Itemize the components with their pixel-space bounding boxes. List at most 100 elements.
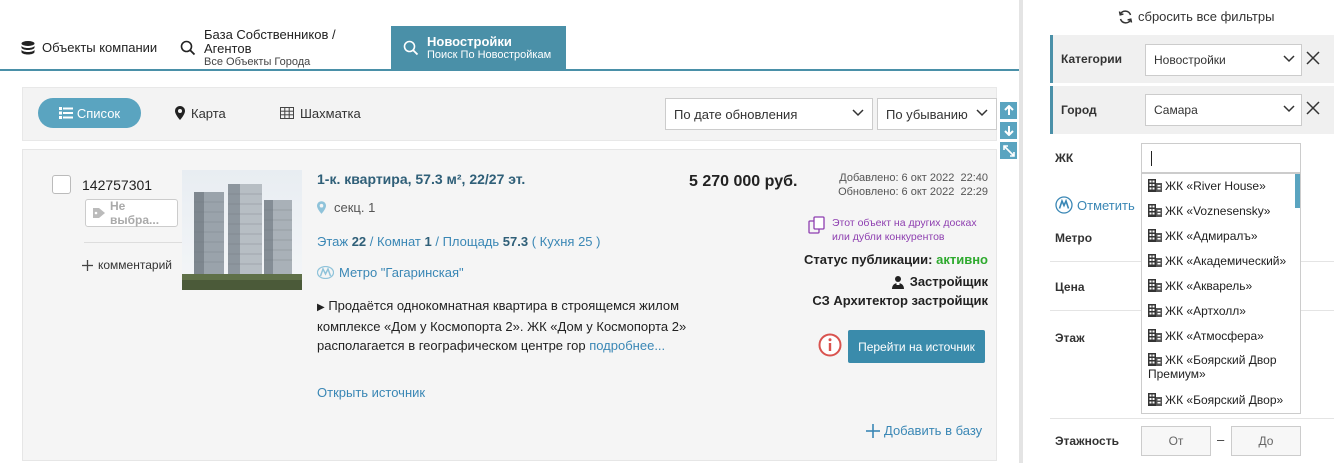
tag-select-button[interactable]: Не выбра... bbox=[85, 199, 178, 227]
duplicates-line2: или дубли конкурентов bbox=[832, 231, 945, 243]
range-dash: – bbox=[1217, 432, 1225, 447]
chevron-down-icon bbox=[852, 109, 864, 117]
area-value: 57.3 bbox=[502, 234, 529, 249]
copy-icon bbox=[808, 216, 826, 244]
duplicates-link[interactable]: Этот объект на других досках или дубли к… bbox=[808, 216, 977, 244]
jk-option[interactable]: ЖК «Атмосфера» bbox=[1148, 329, 1293, 343]
more-link[interactable]: подробнее... bbox=[589, 338, 665, 353]
reset-filters-button[interactable]: сбросить все фильтры bbox=[1118, 9, 1274, 24]
map-view-button[interactable]: Карта bbox=[175, 98, 226, 128]
price-label: Цена bbox=[1055, 280, 1085, 294]
mark-on-map-button[interactable]: Отметить bbox=[1055, 196, 1135, 214]
building-icon bbox=[1148, 254, 1162, 267]
metro-icon bbox=[317, 266, 334, 279]
plus-icon bbox=[82, 259, 93, 271]
building-icon bbox=[1148, 353, 1162, 366]
listing-address: секц. 1 bbox=[317, 200, 375, 215]
address-text: секц. 1 bbox=[334, 200, 376, 215]
divider bbox=[1050, 418, 1334, 419]
scroll-up-button[interactable] bbox=[1000, 102, 1017, 119]
listing-description: ▶ Продаётся однокомнатная квартира в стр… bbox=[317, 296, 687, 355]
listing-params: Этаж 22 / Комнат 1 / Площадь 57.3 ( Кухн… bbox=[317, 234, 601, 249]
city-select[interactable]: Самара bbox=[1145, 94, 1302, 126]
person-icon bbox=[891, 275, 905, 289]
dropdown-scrollbar[interactable] bbox=[1295, 174, 1300, 208]
text-caret bbox=[1151, 151, 1152, 166]
tab-owners-agents[interactable]: База Собственников / Агентов Все Объекты… bbox=[180, 26, 385, 70]
reset-filters-label: сбросить все фильтры bbox=[1138, 9, 1275, 24]
sort-order-select[interactable]: По убыванию bbox=[877, 98, 997, 130]
listing-photo[interactable] bbox=[182, 170, 302, 290]
jk-option[interactable]: ЖК «Voznesensky» bbox=[1148, 204, 1293, 218]
plus-icon bbox=[866, 423, 880, 438]
category-value: Новостройки bbox=[1154, 53, 1226, 67]
category-label: Категории bbox=[1061, 52, 1122, 66]
metro-text: Метро "Гагаринская" bbox=[339, 265, 464, 280]
list-view-button[interactable]: Список bbox=[38, 98, 141, 128]
tag-select-label: Не выбра... bbox=[110, 199, 160, 227]
clear-city-button[interactable] bbox=[1306, 101, 1320, 115]
add-comment-label: комментарий bbox=[98, 258, 172, 272]
city-label: Город bbox=[1061, 103, 1097, 117]
floors-to-input[interactable]: До bbox=[1231, 426, 1301, 456]
building-icon bbox=[1148, 204, 1162, 217]
add-to-base-button[interactable]: Добавить в базу bbox=[866, 423, 982, 438]
metro-label: Метро bbox=[1055, 231, 1093, 245]
rooms-value: 1 bbox=[424, 234, 432, 249]
map-view-label: Карта bbox=[191, 105, 226, 121]
listing-title[interactable]: 1-к. квартира, 57.3 м², 22/27 эт. bbox=[317, 171, 525, 187]
jk-option[interactable]: ЖК «Боярский Двор Премиум» bbox=[1148, 353, 1293, 381]
developer-label: Застройщик bbox=[909, 274, 988, 289]
close-icon bbox=[1306, 51, 1320, 65]
jk-option[interactable]: ЖК «Боярский Двор» bbox=[1148, 393, 1293, 407]
search-icon bbox=[180, 40, 196, 56]
tab-company-objects[interactable]: Объекты компании bbox=[20, 26, 172, 70]
rooms-label: Комнат bbox=[377, 234, 421, 249]
expand-icon bbox=[1002, 144, 1015, 157]
jk-option-label: ЖК «Voznesensky» bbox=[1165, 204, 1271, 218]
jk-option-label: ЖК «Боярский Двор» bbox=[1165, 393, 1284, 407]
jk-option[interactable]: ЖК «Академический» bbox=[1148, 254, 1293, 268]
sort-field-select[interactable]: По дате обновления bbox=[665, 98, 873, 130]
close-icon bbox=[1306, 101, 1320, 115]
jk-option-label: ЖК «River House» bbox=[1165, 179, 1266, 193]
floor-label: Этаж bbox=[1055, 331, 1085, 345]
list-view-label: Список bbox=[76, 105, 121, 121]
duplicates-line1: Этот объект на других досках bbox=[832, 217, 977, 229]
jk-option[interactable]: ЖК «Адмиралъ» bbox=[1148, 229, 1293, 243]
floors-total-label: Этажность bbox=[1055, 434, 1119, 448]
chess-view-label: Шахматка bbox=[300, 105, 361, 121]
floor-value: 22 bbox=[351, 234, 367, 249]
go-to-source-button[interactable]: Перейти на источник bbox=[848, 330, 985, 363]
tab-label: Новостройки bbox=[427, 34, 512, 49]
jk-search-input[interactable] bbox=[1141, 143, 1301, 173]
view-toolbar: Список Карта Шахматка По дате обновления… bbox=[22, 87, 997, 141]
jk-option[interactable]: ЖК «Акварель» bbox=[1148, 279, 1293, 293]
chevron-down-icon bbox=[1283, 105, 1295, 113]
bullet-icon: ▶ bbox=[317, 302, 325, 313]
jk-option[interactable]: ЖК «River House» bbox=[1148, 179, 1293, 193]
category-select[interactable]: Новостройки bbox=[1145, 44, 1302, 76]
map-pin-icon bbox=[175, 106, 185, 120]
jk-option-label: ЖК «Атмосфера» bbox=[1165, 329, 1264, 343]
add-to-base-label: Добавить в базу bbox=[884, 423, 983, 438]
add-comment-button[interactable]: комментарий bbox=[82, 258, 172, 272]
info-icon[interactable] bbox=[818, 333, 842, 357]
chess-view-button[interactable]: Шахматка bbox=[280, 98, 361, 128]
tab-new-buildings[interactable]: Новостройки Поиск По Новостройкам bbox=[391, 26, 566, 70]
clear-category-button[interactable] bbox=[1306, 51, 1320, 65]
pub-status-label: Статус публикации: bbox=[803, 252, 933, 267]
chevron-down-icon bbox=[1283, 55, 1295, 63]
metro-icon bbox=[1055, 196, 1073, 214]
pub-status-value: активно bbox=[936, 252, 988, 267]
scroll-down-button[interactable] bbox=[1000, 122, 1017, 139]
jk-option[interactable]: ЖК «Артхолл» bbox=[1148, 304, 1293, 318]
tabs-underline bbox=[0, 69, 1019, 71]
floors-from-input[interactable]: От bbox=[1141, 426, 1211, 456]
listing-checkbox[interactable] bbox=[52, 175, 71, 194]
listing-id: 142757301 bbox=[82, 177, 153, 193]
open-source-link[interactable]: Открыть источник bbox=[317, 385, 425, 400]
divider bbox=[84, 242, 182, 243]
building-icon bbox=[1148, 329, 1162, 342]
expand-button[interactable] bbox=[1000, 142, 1017, 159]
